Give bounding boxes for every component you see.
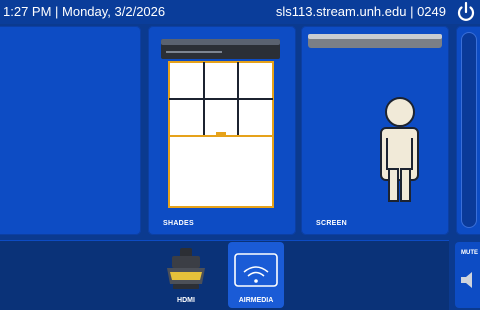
power-icon	[457, 1, 475, 21]
person-icon	[380, 97, 419, 202]
scrollbar-track[interactable]	[461, 32, 477, 228]
screen-panel[interactable]: SCREEN	[301, 26, 449, 235]
mute-label: MUTE	[461, 250, 478, 256]
screen-label: SCREEN	[316, 220, 347, 227]
hdmi-connector-icon	[167, 248, 205, 289]
airmedia-icon	[234, 253, 278, 287]
scroll-panel	[456, 26, 480, 235]
left-panel	[0, 26, 141, 235]
scrollbar-thumb[interactable]	[463, 115, 475, 135]
source-airmedia-button[interactable]: AIRMEDIA	[228, 242, 284, 308]
speaker-icon	[461, 272, 472, 288]
shades-label: SHADES	[163, 220, 194, 227]
window-shade-icon	[161, 39, 280, 208]
source-hdmi-label: HDMI	[177, 297, 195, 304]
datetime-text: 1:27 PM | Monday, 3/2/2026	[3, 4, 166, 19]
host-room-text: sls113.stream.unh.edu | 0249	[275, 4, 446, 19]
source-bar	[0, 240, 449, 310]
source-airmedia-label: AIRMEDIA	[238, 297, 274, 304]
mute-button[interactable]: MUTE	[455, 242, 480, 308]
source-hdmi-button[interactable]: HDMI	[158, 242, 214, 308]
shades-panel[interactable]: SHADES	[148, 26, 296, 235]
projector-screen-icon	[308, 34, 442, 202]
power-button[interactable]	[454, 0, 478, 24]
status-bar: 1:27 PM | Monday, 3/2/2026 sls113.stream…	[0, 0, 480, 24]
